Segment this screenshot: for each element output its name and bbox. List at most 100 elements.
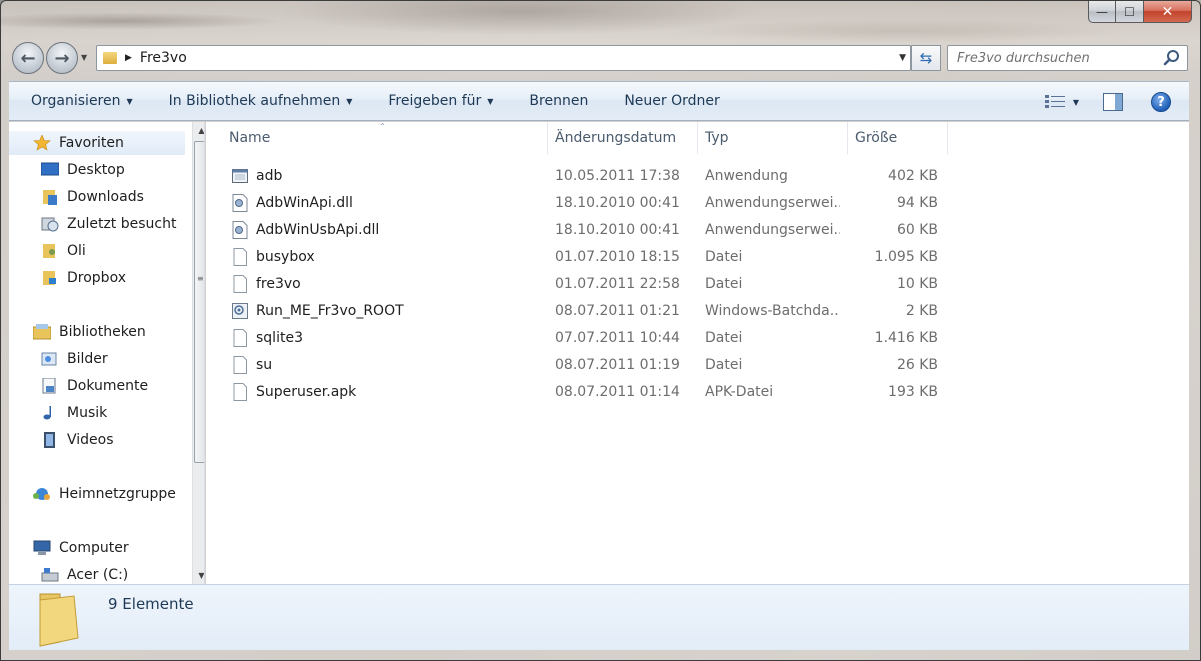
burn-label: Brennen bbox=[529, 93, 589, 109]
batch-file-icon bbox=[232, 303, 248, 319]
file-size: 1.416 KB bbox=[874, 329, 938, 346]
item-count-status: 9 Elemente bbox=[108, 595, 194, 613]
sidebar-item-computer[interactable]: Computer bbox=[9, 536, 129, 560]
close-button[interactable]: ✕ bbox=[1144, 1, 1192, 23]
file-name: AdbWinApi.dll bbox=[256, 194, 353, 211]
view-options-dropdown-icon[interactable]: ▼ bbox=[1073, 98, 1079, 107]
file-name: AdbWinUsbApi.dll bbox=[256, 221, 380, 238]
maximize-button[interactable]: ☐ bbox=[1116, 1, 1144, 23]
column-divider[interactable] bbox=[697, 122, 698, 154]
table-row[interactable]: sqlite3 07.07.2011 10:44 Datei 1.416 KB bbox=[206, 324, 946, 351]
file-date-modified: 18.10.2010 00:41 bbox=[555, 221, 680, 238]
address-bar[interactable]: ▶ Fre3vo ▼ bbox=[96, 45, 911, 71]
breadcrumb-chevron-icon[interactable]: ▶ bbox=[125, 53, 132, 63]
column-header-name[interactable]: Name bbox=[229, 122, 549, 154]
file-date-modified: 01.07.2011 22:58 bbox=[555, 275, 680, 292]
sidebar-item-favorites[interactable]: Favoriten bbox=[9, 131, 185, 155]
share-with-menu[interactable]: Freigeben für ▼ bbox=[370, 93, 511, 109]
file-icon bbox=[233, 248, 247, 266]
search-input[interactable] bbox=[957, 50, 1157, 66]
sidebar-item-label: Bilder bbox=[67, 351, 108, 367]
table-row[interactable]: busybox 01.07.2010 18:15 Datei 1.095 KB bbox=[206, 243, 946, 270]
column-header-type[interactable]: Typ bbox=[705, 122, 840, 154]
organize-label: Organisieren bbox=[31, 93, 121, 109]
file-name: Run_ME_Fr3vo_ROOT bbox=[256, 302, 404, 319]
sidebar-item-drive-c[interactable]: Acer (C:) bbox=[9, 563, 128, 584]
file-name: busybox bbox=[256, 248, 315, 265]
table-row[interactable]: Run_ME_Fr3vo_ROOT 08.07.2011 01:21 Windo… bbox=[206, 297, 946, 324]
dll-icon bbox=[232, 194, 248, 212]
forward-arrow-icon: → bbox=[54, 47, 70, 69]
sidebar-item-label: Bibliotheken bbox=[59, 324, 146, 340]
table-row[interactable]: fre3vo 01.07.2011 22:58 Datei 10 KB bbox=[206, 270, 946, 297]
computer-icon bbox=[33, 540, 51, 555]
help-icon[interactable]: ? bbox=[1151, 92, 1171, 112]
sidebar-item-dropbox[interactable]: Dropbox bbox=[9, 266, 126, 290]
sidebar-item-label: Desktop bbox=[67, 162, 125, 178]
file-type: Anwendungserwei... bbox=[705, 194, 840, 211]
table-row[interactable]: AdbWinApi.dll 18.10.2010 00:41 Anwendung… bbox=[206, 189, 946, 216]
star-icon bbox=[33, 135, 51, 151]
column-header-date-modified[interactable]: Änderungsdatum bbox=[555, 122, 695, 154]
sidebar-item-downloads[interactable]: Downloads bbox=[9, 185, 144, 209]
search-box[interactable] bbox=[947, 45, 1188, 71]
sidebar-item-label: Dropbox bbox=[67, 270, 126, 286]
preview-pane-icon[interactable] bbox=[1103, 93, 1123, 111]
sidebar-item-label: Downloads bbox=[67, 189, 144, 205]
table-row[interactable]: Superuser.apk 08.07.2011 01:14 APK-Datei… bbox=[206, 378, 946, 405]
refresh-icon: ⇆ bbox=[919, 49, 933, 67]
sidebar-item-music[interactable]: Musik bbox=[9, 401, 107, 425]
scroll-down-arrow-icon[interactable]: ▼ bbox=[193, 567, 204, 584]
file-date-modified: 08.07.2011 01:21 bbox=[555, 302, 680, 319]
organize-menu[interactable]: Organisieren ▼ bbox=[9, 93, 151, 109]
file-type: Anwendungserwei... bbox=[705, 221, 840, 238]
address-history-dropdown-icon[interactable]: ▼ bbox=[899, 53, 906, 63]
scrollbar-thumb[interactable] bbox=[194, 141, 204, 463]
include-in-library-menu[interactable]: In Bibliothek aufnehmen ▼ bbox=[151, 93, 371, 109]
sidebar-item-pictures[interactable]: Bilder bbox=[9, 347, 108, 371]
column-divider[interactable] bbox=[847, 122, 848, 154]
caption-buttons: — ☐ ✕ bbox=[1088, 1, 1192, 23]
file-name: adb bbox=[256, 167, 283, 184]
scroll-up-arrow-icon[interactable]: ▲ bbox=[193, 122, 204, 139]
include-in-library-label: In Bibliothek aufnehmen bbox=[168, 93, 341, 109]
sidebar-item-recent-places[interactable]: Zuletzt besucht bbox=[9, 212, 176, 236]
file-size: 10 KB bbox=[896, 275, 938, 292]
refresh-button[interactable]: ⇆ bbox=[911, 45, 941, 71]
command-bar-right: ▼ ? bbox=[1044, 82, 1189, 122]
breadcrumb-current-folder[interactable]: Fre3vo bbox=[140, 50, 187, 66]
file-type: Datei bbox=[705, 275, 743, 292]
search-icon[interactable] bbox=[1163, 49, 1181, 67]
column-divider[interactable] bbox=[947, 122, 948, 154]
file-size: 26 KB bbox=[896, 356, 938, 373]
table-row[interactable]: su 08.07.2011 01:19 Datei 26 KB bbox=[206, 351, 946, 378]
sidebar-item-libraries[interactable]: Bibliotheken bbox=[9, 320, 146, 344]
folder-icon bbox=[103, 52, 117, 64]
recent-pages-dropdown-icon[interactable]: ▼ bbox=[81, 53, 87, 62]
column-header-size[interactable]: Größe bbox=[855, 122, 945, 154]
file-date-modified: 08.07.2011 01:19 bbox=[555, 356, 680, 373]
homegroup-icon bbox=[33, 488, 50, 500]
sidebar-item-homegroup[interactable]: Heimnetzgruppe bbox=[9, 482, 176, 506]
sidebar-item-desktop[interactable]: Desktop bbox=[9, 158, 125, 182]
sidebar-item-videos[interactable]: Videos bbox=[9, 428, 114, 452]
new-folder-button[interactable]: Neuer Ordner bbox=[606, 93, 737, 109]
table-row[interactable]: adb 10.05.2011 17:38 Anwendung 402 KB bbox=[206, 162, 946, 189]
navigation-pane-scrollbar[interactable]: ▲ ≡ ▼ bbox=[192, 122, 204, 584]
details-pane: 9 Elemente bbox=[9, 584, 1189, 650]
file-date-modified: 08.07.2011 01:14 bbox=[555, 383, 680, 400]
column-divider[interactable] bbox=[547, 122, 548, 154]
back-button[interactable]: ← bbox=[12, 42, 44, 74]
file-date-modified: 10.05.2011 17:38 bbox=[555, 167, 680, 184]
minimize-button[interactable]: — bbox=[1088, 1, 1116, 23]
sidebar-item-documents[interactable]: Dokumente bbox=[9, 374, 148, 398]
table-row[interactable]: AdbWinUsbApi.dll 18.10.2010 00:41 Anwend… bbox=[206, 216, 946, 243]
forward-button[interactable]: → bbox=[46, 42, 78, 74]
burn-button[interactable]: Brennen bbox=[511, 93, 606, 109]
file-icon bbox=[233, 329, 247, 347]
sidebar-item-user[interactable]: Oli bbox=[9, 239, 86, 263]
file-size: 2 KB bbox=[905, 302, 938, 319]
file-list-pane: ⌃ Name Änderungsdatum Typ Größe adb 10.0… bbox=[206, 122, 1189, 584]
change-view-icon[interactable] bbox=[1044, 95, 1065, 109]
sidebar-item-label: Zuletzt besucht bbox=[67, 216, 177, 232]
